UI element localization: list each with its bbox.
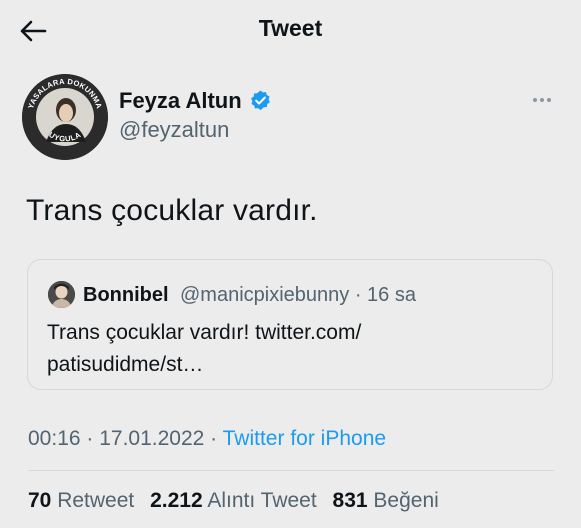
quoted-author-meta: @manicpixiebunny · 16 sa [180, 284, 416, 306]
quoted-tweet-text: Trans çocuklar vardır! twitter.com/ pati… [47, 317, 537, 381]
more-horizontal-icon[interactable] [531, 90, 553, 110]
page-title: Tweet [258, 15, 323, 41]
verified-badge-icon [251, 90, 270, 111]
header: Tweet [0, 0, 581, 60]
quote-count-link[interactable]: 2.212 Alıntı Tweet [150, 489, 317, 512]
separator-dot: · [204, 427, 223, 450]
tweet-date[interactable]: 17.01.2022 [99, 427, 204, 450]
author-handle[interactable]: @feyzaltun [119, 117, 229, 143]
like-count-link[interactable]: 831 Beğeni [333, 489, 439, 512]
like-count: 831 [332, 489, 368, 512]
separator-dot: · [80, 427, 100, 450]
quote-label: Alıntı Tweet [207, 489, 317, 512]
divider [28, 470, 554, 471]
retweet-count-link[interactable]: 70 Retweet [28, 489, 134, 512]
tweet-time[interactable]: 00:16 [28, 427, 81, 450]
avatar-image: YASALARA DOKUNMA UYGULA [22, 74, 108, 160]
quoted-text-line1: Trans çocuklar vardır! twitter.com/ [47, 321, 362, 344]
quoted-avatar [48, 281, 75, 308]
quoted-text-line2: patisudidme/st… [47, 353, 204, 376]
tweet-source-link[interactable]: Twitter for iPhone [223, 427, 386, 450]
like-label: Beğeni [373, 489, 439, 512]
engagement-stats: 70 Retweet 2.212 Alıntı Tweet 831 Beğeni [28, 489, 449, 513]
tweet-text: Trans çocuklar vardır. [26, 194, 318, 227]
retweet-label: Retweet [57, 489, 135, 512]
avatar[interactable]: YASALARA DOKUNMA UYGULA [22, 74, 108, 160]
quote-count: 2.212 [150, 489, 203, 512]
quoted-author-name: Bonnibel [83, 284, 169, 306]
timestamp-row: 00:16 · 17.01.2022 · Twitter for iPhone [28, 427, 386, 451]
quoted-tweet-card[interactable]: Bonnibel @manicpixiebunny · 16 sa Trans … [27, 259, 553, 390]
author-name[interactable]: Feyza Altun [119, 88, 242, 114]
retweet-count: 70 [28, 489, 52, 512]
